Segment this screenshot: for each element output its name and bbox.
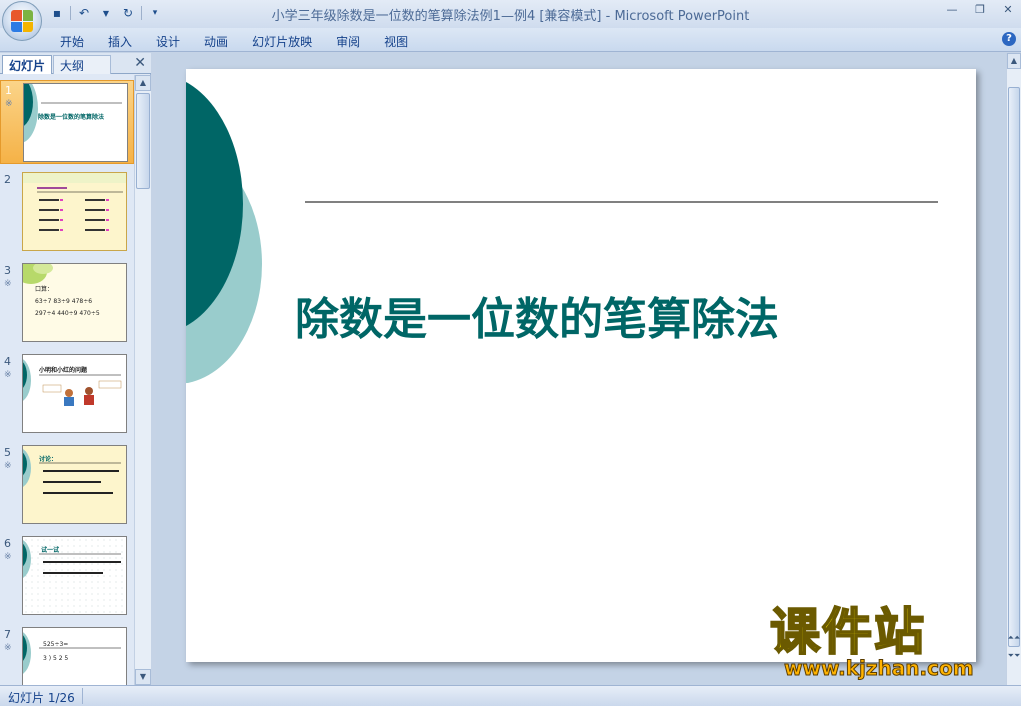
scroll-up-icon[interactable]: ▲ [1007, 53, 1021, 69]
next-slide-icon[interactable]: ⏷⏷ [1007, 651, 1021, 660]
thumbnail-title: 小明和小红的问题 [39, 367, 88, 374]
tab-view[interactable]: 视图 [372, 31, 420, 52]
slide-scrollbar[interactable]: ▲ ⏶⏶ ⏷⏷ [1006, 53, 1021, 685]
close-icon[interactable]: ✕ [134, 55, 146, 71]
scrollbar-thumb[interactable] [1008, 87, 1020, 647]
slide-thumbnail-6[interactable]: 6 ※ 试一试 [0, 534, 134, 618]
window-controls: — ❐ ✕ [943, 2, 1017, 18]
slide-number: 7 [4, 628, 11, 641]
animation-mark: ※ [5, 99, 13, 109]
animation-mark: ※ [4, 370, 12, 380]
tab-outline[interactable]: 大纲 [53, 55, 111, 74]
animation-mark: ※ [4, 643, 12, 653]
close-icon[interactable]: ✕ [999, 2, 1017, 18]
thumbnail-graphic [23, 173, 126, 250]
slides-pane: 幻灯片 大纲 ✕ 1 ※ 除数是一位数的笔算除法 2 3 ※ 口算： 63÷7 … [0, 53, 151, 685]
thumbnail-graphic [23, 632, 121, 674]
slide-indicator: 幻灯片 1/26 [8, 691, 75, 705]
tab-home[interactable]: 开始 [48, 31, 96, 52]
tab-review[interactable]: 审阅 [324, 31, 372, 52]
animation-mark: ※ [4, 279, 12, 289]
thumbnail-image: 试一试 [22, 536, 127, 615]
thumbnail-image: 除数是一位数的笔算除法 [23, 83, 128, 162]
slide-title[interactable]: 除数是一位数的笔算除法 [295, 283, 779, 347]
thumbnail-title: 试一试 [41, 547, 60, 554]
tab-slides[interactable]: 幻灯片 [2, 55, 52, 74]
status-bar: 幻灯片 1/26 [0, 685, 1021, 706]
scroll-down-icon[interactable]: ▼ [135, 669, 151, 685]
title-bar: ▪ ↶ ▼ ↻ ▾ 小学三年级除数是一位数的笔算除法例1—例4 [兼容模式] -… [0, 0, 1021, 28]
slide-thumbnail-3[interactable]: 3 ※ 口算： 63÷7 83÷9 478÷6 297÷4 440÷9 470÷… [0, 261, 134, 345]
thumbnail-line: 口算： [35, 286, 54, 293]
thumbnail-title: 讨论： [39, 456, 58, 463]
slide-number: 1 [5, 84, 12, 97]
thumbnail-image: 小明和小红的问题 [22, 354, 127, 433]
thumbnail-image: 525÷3= 3 ) 5 2 5 [22, 627, 127, 685]
restore-icon[interactable]: ❐ [971, 2, 989, 18]
slide-number: 6 [4, 537, 11, 550]
slide-number: 3 [4, 264, 11, 277]
thumbnail-image [22, 172, 127, 251]
ribbon: 开始 插入 设计 动画 幻灯片放映 审阅 视图 ? [0, 28, 1021, 52]
slide-canvas[interactable]: 除数是一位数的笔算除法 [186, 69, 976, 662]
office-logo-icon [11, 10, 33, 32]
tab-design[interactable]: 设计 [144, 31, 192, 52]
pane-tabs: 幻灯片 大纲 ✕ [0, 53, 151, 74]
slide-number: 5 [4, 446, 11, 459]
slide-editor: 除数是一位数的笔算除法 [156, 53, 1006, 685]
slide-thumbnail-7[interactable]: 7 ※ 525÷3= 3 ) 5 2 5 [0, 625, 134, 685]
slide-thumbnail-4[interactable]: 4 ※ 小明和小红的问题 [0, 352, 134, 436]
slide-background [186, 82, 938, 384]
site-watermark: 课件站 www.kjzhan.com [769, 603, 1002, 684]
thumbnail-list: 1 ※ 除数是一位数的笔算除法 2 3 ※ 口算： 63÷7 83÷9 478÷… [0, 75, 134, 685]
minimize-icon[interactable]: — [943, 2, 961, 18]
thumbnail-graphic [23, 540, 121, 578]
status-separator [82, 688, 83, 704]
help-icon[interactable]: ? [1002, 32, 1016, 46]
tab-insert[interactable]: 插入 [96, 31, 144, 52]
scroll-up-icon[interactable]: ▲ [135, 75, 151, 91]
animation-mark: ※ [4, 552, 12, 562]
thumbnail-line: 525÷3= [43, 641, 69, 648]
watermark-url: www.kjzhan.com [784, 656, 975, 681]
office-button[interactable] [2, 1, 42, 41]
slide-number: 4 [4, 355, 11, 368]
slide-thumbnail-2[interactable]: 2 [0, 170, 134, 254]
watermark-logo-text: 课件站 [769, 603, 926, 661]
slide-thumbnail-5[interactable]: 5 ※ 讨论： [0, 443, 134, 527]
thumbnail-text: 口算： 63÷7 83÷9 478÷6 297÷4 440÷9 470÷5 [35, 284, 100, 320]
tab-slide-show[interactable]: 幻灯片放映 [240, 31, 324, 52]
window-title: 小学三年级除数是一位数的笔算除法例1—例4 [兼容模式] - Microsoft… [271, 9, 750, 24]
thumbnail-scrollbar[interactable]: ▲ ▼ [134, 75, 151, 685]
ribbon-tabs: 开始 插入 设计 动画 幻灯片放映 审阅 视图 [48, 31, 420, 52]
slide-thumbnail-1[interactable]: 1 ※ 除数是一位数的笔算除法 [0, 80, 134, 164]
thumbnail-title: 除数是一位数的笔算除法 [38, 114, 105, 121]
thumbnail-line: 297÷4 440÷9 470÷5 [35, 310, 100, 317]
animation-mark: ※ [4, 461, 12, 471]
thumbnail-text: 525÷3= 3 ) 5 2 5 [43, 638, 68, 666]
previous-slide-icon[interactable]: ⏶⏶ [1007, 633, 1021, 642]
tab-animations[interactable]: 动画 [192, 31, 240, 52]
thumbnail-graphic [24, 84, 122, 143]
scrollbar-thumb[interactable] [136, 93, 150, 189]
thumbnail-line: 63÷7 83÷9 478÷6 [35, 298, 93, 305]
thumbnail-image: 讨论： [22, 445, 127, 524]
slide-number: 2 [4, 173, 11, 186]
thumbnail-image: 口算： 63÷7 83÷9 478÷6 297÷4 440÷9 470÷5 [22, 263, 127, 342]
thumbnail-line: 3 ) 5 2 5 [43, 655, 69, 662]
